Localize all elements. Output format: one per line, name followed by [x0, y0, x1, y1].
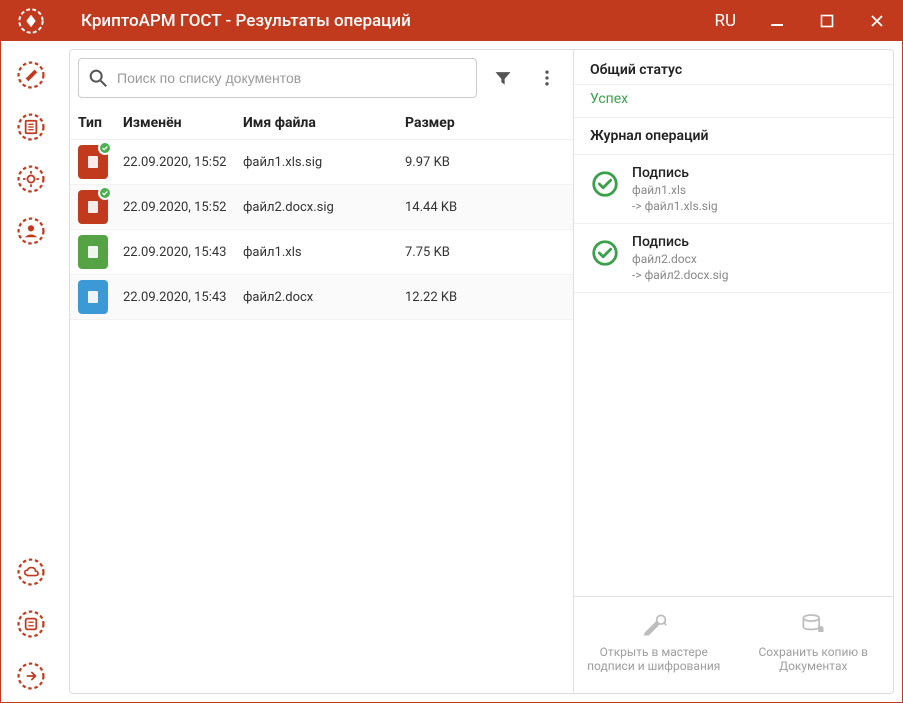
overall-status-label: Общий статус	[574, 50, 893, 85]
cell-filename: файл1.xls	[243, 245, 405, 260]
operation-item[interactable]: Подпись файл1.xls -> файл1.xls.sig	[574, 155, 893, 224]
success-check-icon	[590, 238, 620, 268]
sidebar-cloud-icon[interactable]	[13, 554, 49, 590]
search-input[interactable]	[109, 70, 468, 86]
language-selector[interactable]: RU	[699, 11, 753, 31]
sidebar-settings-icon[interactable]	[13, 161, 49, 197]
file-type-icon	[78, 190, 108, 224]
more-vert-icon	[537, 68, 557, 88]
app-logo-icon	[1, 7, 61, 35]
cell-modified: 22.09.2020, 15:52	[123, 155, 243, 170]
minimize-button[interactable]	[752, 1, 802, 41]
sidebar-documents-icon[interactable]	[13, 109, 49, 145]
search-icon	[87, 67, 109, 89]
cell-modified: 22.09.2020, 15:43	[123, 245, 243, 260]
table-row[interactable]: 22.09.2020, 15:52файл2.docx.sig14.44 KB	[70, 185, 573, 230]
wizard-icon	[640, 611, 668, 639]
file-type-icon	[78, 145, 108, 179]
cell-filename: файл1.xls.sig	[243, 155, 405, 170]
operations-list: Подпись файл1.xls -> файл1.xls.sig Подпись ф…	[574, 155, 893, 293]
operation-target: -> файл2.docx.sig	[632, 268, 877, 282]
main-panel: Тип Изменён Имя файла Размер 22.09.2020,…	[69, 49, 894, 694]
cell-size: 12.22 KB	[405, 290, 565, 305]
success-check-icon	[590, 169, 620, 199]
sidebar-sign-icon[interactable]	[13, 57, 49, 93]
operation-source: файл1.xls	[632, 183, 877, 197]
results-pane: Общий статус Успех Журнал операций Подпи…	[573, 50, 893, 693]
operation-title: Подпись	[632, 165, 877, 181]
col-size[interactable]: Размер	[405, 115, 565, 131]
signed-badge-icon	[98, 186, 112, 200]
table-row[interactable]: 22.09.2020, 15:52файл1.xls.sig9.97 KB	[70, 140, 573, 185]
titlebar: КриптоАРМ ГОСТ - Результаты операций RU	[1, 1, 902, 41]
file-list-pane: Тип Изменён Имя файла Размер 22.09.2020,…	[70, 50, 573, 693]
cell-filename: файл2.docx	[243, 290, 405, 305]
overall-status-value: Успех	[574, 85, 893, 118]
sidebar-exit-icon[interactable]	[13, 658, 49, 694]
file-rows: 22.09.2020, 15:52файл1.xls.sig9.97 KB22.…	[70, 140, 573, 320]
window-title: КриптоАРМ ГОСТ - Результаты операций	[61, 11, 699, 31]
save-copy-button[interactable]: Сохранить копию в Документах	[734, 611, 894, 673]
search-box[interactable]	[78, 58, 477, 98]
col-modified[interactable]: Изменён	[123, 115, 243, 131]
cell-size: 14.44 KB	[405, 200, 565, 215]
cell-size: 9.97 KB	[405, 155, 565, 170]
maximize-button[interactable]	[802, 1, 852, 41]
table-header: Тип Изменён Имя файла Размер	[70, 106, 573, 140]
close-button[interactable]	[852, 1, 902, 41]
cell-modified: 22.09.2020, 15:52	[123, 200, 243, 215]
sidebar-log-icon[interactable]	[13, 606, 49, 642]
file-type-icon	[78, 235, 108, 269]
result-actions: Открыть в мастере подписи и шифрования С…	[574, 596, 893, 693]
save-copy-label: Сохранить копию в Документах	[742, 645, 886, 673]
file-type-icon	[78, 280, 108, 314]
sidebar	[1, 41, 61, 702]
filter-button[interactable]	[485, 60, 521, 96]
open-in-wizard-button[interactable]: Открыть в мастере подписи и шифрования	[574, 611, 734, 673]
operation-source: файл2.docx	[632, 252, 877, 266]
sidebar-users-icon[interactable]	[13, 213, 49, 249]
cell-filename: файл2.docx.sig	[243, 200, 405, 215]
table-row[interactable]: 22.09.2020, 15:43файл1.xls7.75 KB	[70, 230, 573, 275]
filter-icon	[493, 68, 513, 88]
cell-modified: 22.09.2020, 15:43	[123, 290, 243, 305]
col-type[interactable]: Тип	[78, 115, 123, 131]
table-row[interactable]: 22.09.2020, 15:43файл2.docx12.22 KB	[70, 275, 573, 320]
signed-badge-icon	[98, 141, 112, 155]
cell-size: 7.75 KB	[405, 245, 565, 260]
open-in-wizard-label: Открыть в мастере подписи и шифрования	[582, 645, 726, 673]
operations-log-label: Журнал операций	[574, 118, 893, 155]
operation-target: -> файл1.xls.sig	[632, 199, 877, 213]
operation-item[interactable]: Подпись файл2.docx -> файл2.docx.sig	[574, 224, 893, 293]
operation-title: Подпись	[632, 234, 877, 250]
more-button[interactable]	[529, 60, 565, 96]
save-docs-icon	[799, 611, 827, 639]
col-name[interactable]: Имя файла	[243, 115, 405, 131]
